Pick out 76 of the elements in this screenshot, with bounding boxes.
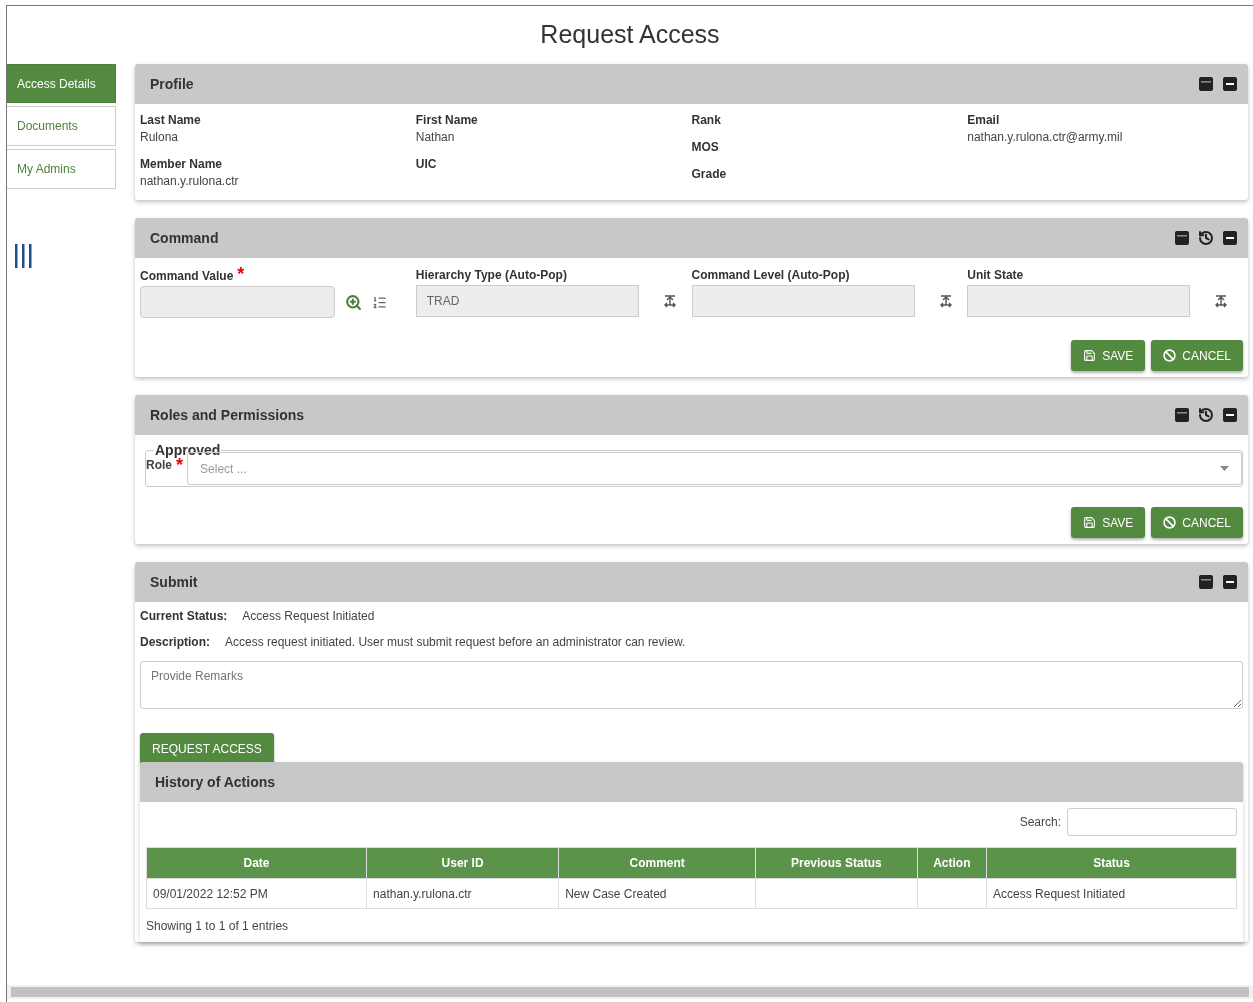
- field-label: Command Level (Auto-Pop): [691, 268, 851, 282]
- cancel-button[interactable]: CANCEL: [1151, 507, 1243, 538]
- column-header[interactable]: Action: [917, 847, 987, 879]
- field-label: Grade: [691, 167, 728, 181]
- clear-icon[interactable]: [1214, 294, 1229, 308]
- column-header[interactable]: Previous Status: [755, 847, 918, 879]
- horizontal-scrollbar[interactable]: [7, 985, 1253, 999]
- minimize-icon: [1222, 574, 1238, 590]
- sidebar-tab[interactable]: Documents: [7, 106, 116, 146]
- field-value: Nathan: [415, 130, 456, 144]
- panel-title: History of Actions: [155, 774, 277, 790]
- field-label: Description:: [140, 635, 210, 649]
- search-field[interactable]: [1067, 808, 1237, 836]
- panel-title: Profile: [150, 76, 195, 92]
- field-label: Unit State: [967, 268, 1025, 282]
- window-icon: [1174, 230, 1190, 246]
- required-mark: *: [176, 459, 184, 471]
- field-label: Role *: [146, 458, 184, 472]
- field-label: Current Status:: [140, 609, 228, 623]
- history-icon[interactable]: [1198, 407, 1214, 423]
- clear-icon[interactable]: [662, 294, 677, 308]
- column-header[interactable]: User ID: [366, 847, 559, 879]
- column-header[interactable]: Comment: [558, 847, 756, 879]
- text-field[interactable]: TRAD: [415, 285, 639, 317]
- list-icon[interactable]: [372, 294, 387, 310]
- field-value: Access Request Initiated: [242, 609, 375, 623]
- cancel-icon: [1163, 516, 1177, 529]
- minimize-icon: [1222, 76, 1238, 92]
- dropdown-caret-icon: [1220, 466, 1229, 471]
- window-icon: [1198, 76, 1214, 92]
- search-icon[interactable]: [345, 293, 362, 311]
- column-header[interactable]: Date: [146, 847, 367, 879]
- history-icon[interactable]: [1198, 230, 1214, 246]
- search-label: Search:: [1019, 815, 1061, 829]
- text-field[interactable]: [967, 285, 1191, 317]
- field-label: First Name: [415, 113, 479, 127]
- sidebar-tab[interactable]: My Admins: [7, 149, 116, 189]
- page-title: Request Access: [539, 19, 721, 49]
- save-button[interactable]: SAVE: [1071, 340, 1146, 371]
- table-cell: nathan.y.rulona.ctr: [366, 878, 559, 909]
- field-label: Hierarchy Type (Auto-Pop): [415, 268, 568, 282]
- panel-title: Command: [150, 230, 220, 246]
- field-value: Rulona: [140, 130, 180, 144]
- minimize-icon: [1222, 407, 1238, 423]
- table-cell: Access Request Initiated: [986, 878, 1237, 909]
- request-access-button[interactable]: REQUEST ACCESS: [140, 733, 274, 764]
- panel-title: Roles and Permissions: [150, 407, 306, 423]
- text-field[interactable]: [691, 285, 915, 317]
- clear-icon[interactable]: [938, 294, 953, 308]
- minimize-icon: [1222, 230, 1238, 246]
- panel-title: Submit: [150, 574, 199, 590]
- cancel-button[interactable]: CANCEL: [1151, 340, 1243, 371]
- table-cell: New Case Created: [558, 878, 756, 909]
- table-cell: 09/01/2022 12:52 PM: [146, 878, 367, 909]
- save-icon: [1083, 516, 1097, 529]
- field-label: Last Name: [140, 113, 202, 127]
- window-icon: [1198, 574, 1214, 590]
- save-button[interactable]: SAVE: [1071, 507, 1146, 538]
- field-label: MOS: [691, 140, 720, 154]
- field-value: nathan.y.rulona.ctr: [140, 174, 240, 188]
- menu-icon[interactable]: [15, 244, 35, 268]
- save-icon: [1083, 349, 1097, 362]
- cancel-icon: [1163, 349, 1177, 362]
- command-value-field[interactable]: [140, 286, 335, 318]
- field-value: Access request initiated. User must submit request before an administrator can review.: [225, 635, 686, 649]
- field-label: Email: [967, 113, 1001, 127]
- column-header[interactable]: Status: [986, 847, 1237, 879]
- remarks-field[interactable]: Provide Remarks: [140, 661, 1243, 709]
- sidebar-tab[interactable]: Access Details: [7, 64, 116, 103]
- field-label: UIC: [415, 157, 438, 171]
- window-icon: [1174, 407, 1190, 423]
- table-info: Showing 1 to 1 of 1 entries: [145, 918, 290, 935]
- field-label: Rank: [691, 113, 722, 127]
- field-value: nathan.y.rulona.ctr@army.mil: [967, 130, 1124, 144]
- table-cell: [917, 878, 987, 909]
- field-label: Member Name: [140, 157, 224, 171]
